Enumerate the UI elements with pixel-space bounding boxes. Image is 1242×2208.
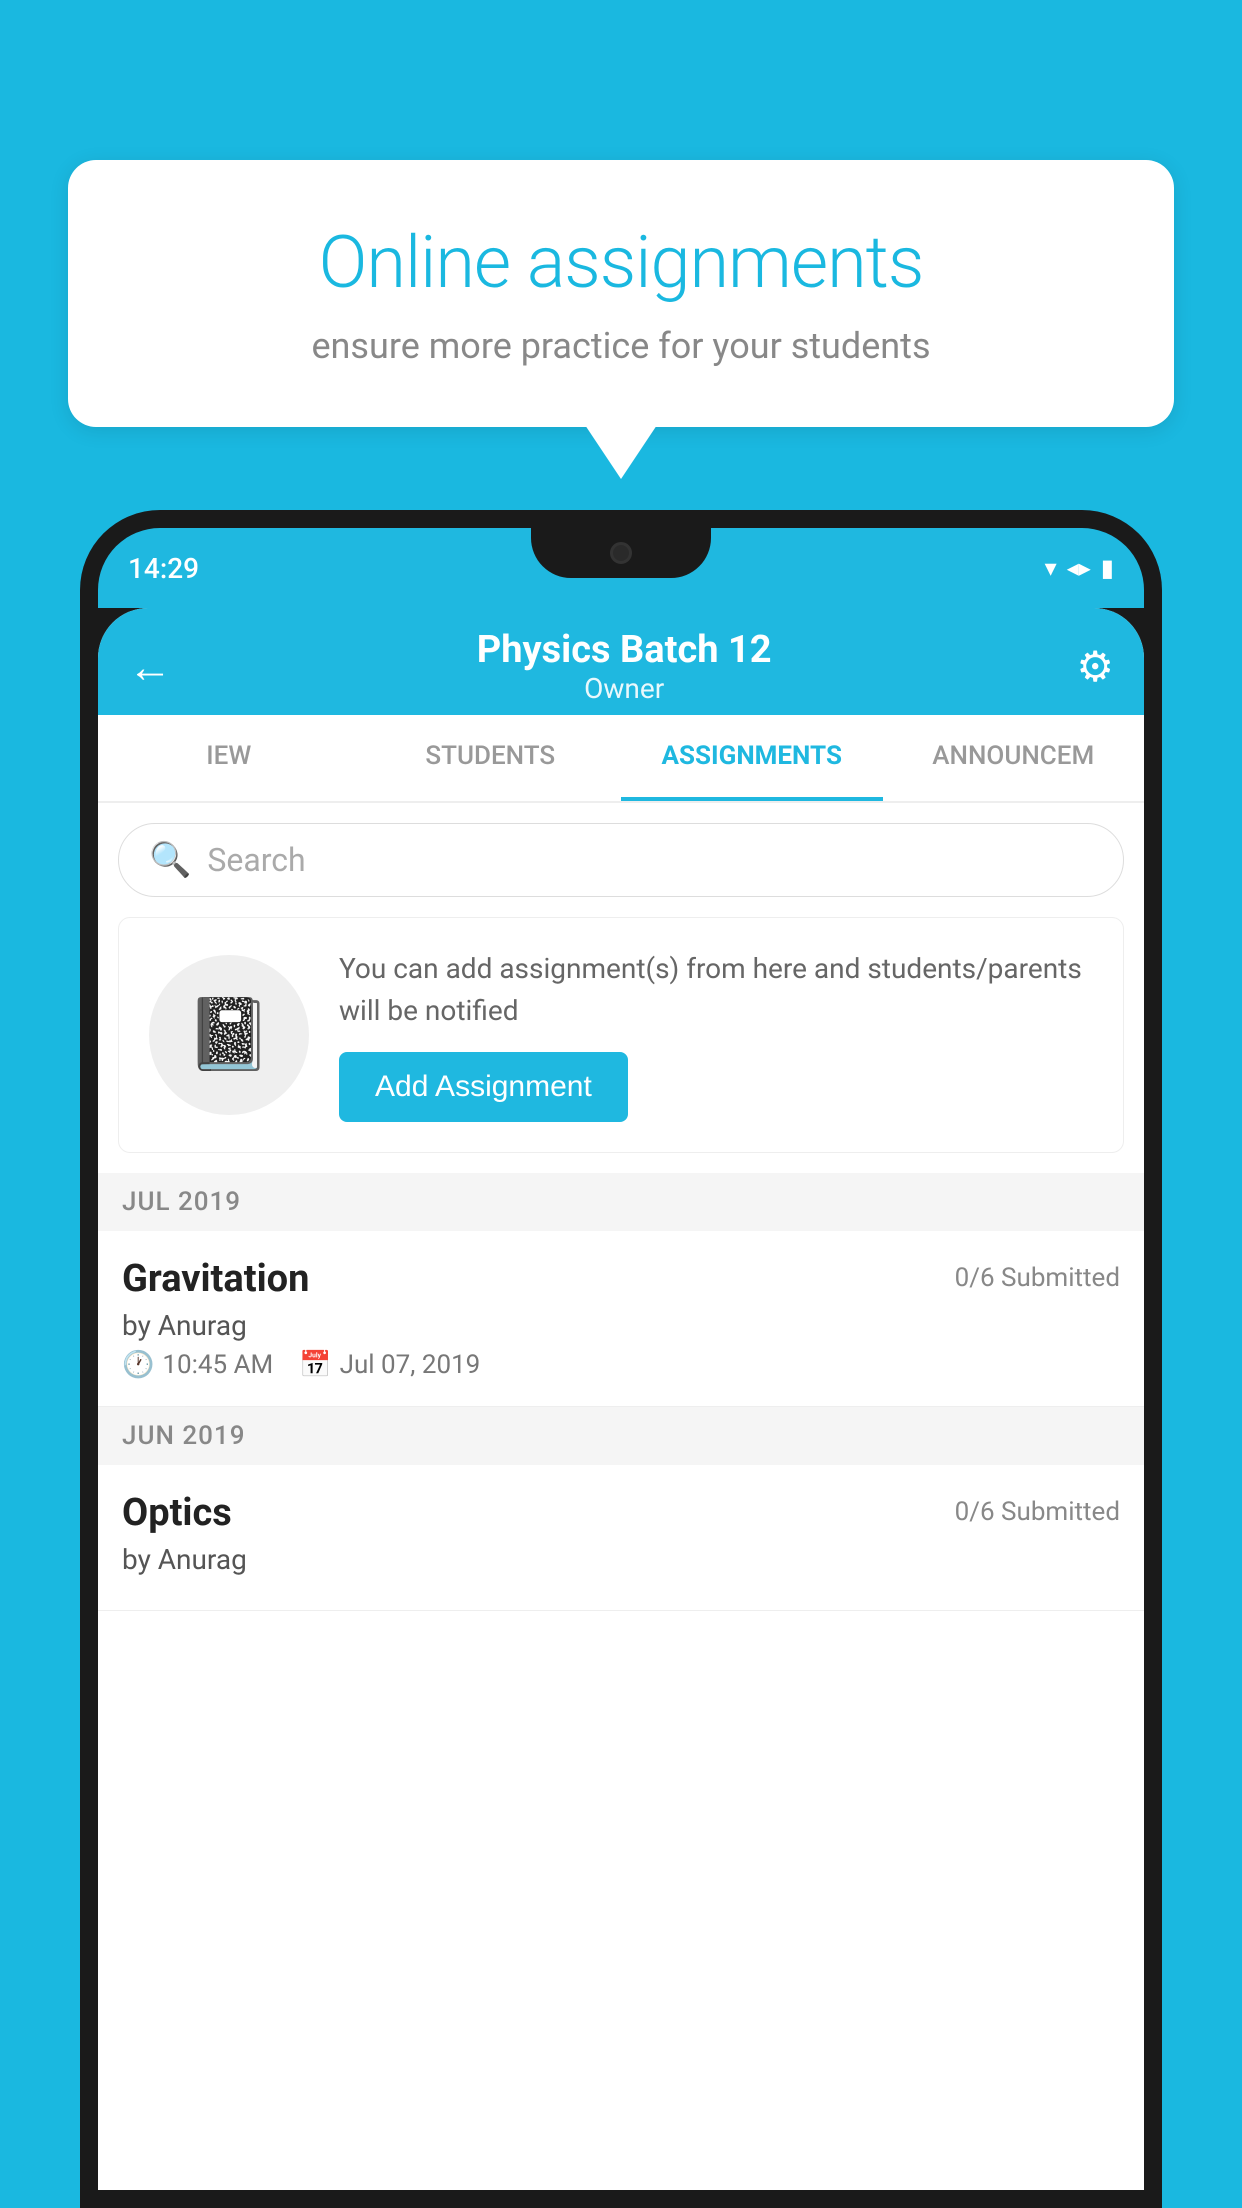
prompt-icon-circle: 📓 bbox=[149, 955, 309, 1115]
search-icon: 🔍 bbox=[149, 840, 191, 880]
phone-mockup: 14:29 ▾ ◂▸ ▮ ← Physics Batch 12 Owner bbox=[80, 510, 1162, 2208]
assignment-item-top-optics: Optics 0/6 Submitted bbox=[122, 1491, 1120, 1535]
prompt-card: 📓 You can add assignment(s) from here an… bbox=[118, 917, 1124, 1153]
speech-bubble: Online assignments ensure more practice … bbox=[68, 160, 1174, 427]
section-header-jul: JUL 2019 bbox=[98, 1173, 1144, 1231]
assignment-time: 10:45 AM bbox=[162, 1350, 273, 1380]
tab-assignments[interactable]: ASSIGNMENTS bbox=[621, 715, 883, 801]
tabs-bar: IEW STUDENTS ASSIGNMENTS ANNOUNCEM bbox=[98, 715, 1144, 803]
tab-students[interactable]: STUDENTS bbox=[360, 715, 622, 801]
assignment-item-gravitation[interactable]: Gravitation 0/6 Submitted by Anurag 🕐 10… bbox=[98, 1231, 1144, 1407]
status-bar: 14:29 ▾ ◂▸ ▮ bbox=[98, 528, 1144, 608]
header-title: Physics Batch 12 bbox=[477, 628, 772, 672]
tab-announcements[interactable]: ANNOUNCEM bbox=[883, 715, 1145, 801]
calendar-icon: 📅 bbox=[299, 1350, 331, 1380]
camera bbox=[610, 542, 632, 564]
assignment-name-optics: Optics bbox=[122, 1491, 232, 1535]
status-icons: ▾ ◂▸ ▮ bbox=[1045, 554, 1114, 582]
clock-icon: 🕐 bbox=[122, 1350, 154, 1380]
assignment-author-optics: by Anurag bbox=[122, 1543, 1120, 1576]
add-assignment-button[interactable]: Add Assignment bbox=[339, 1052, 628, 1122]
notch bbox=[531, 528, 711, 578]
back-button[interactable]: ← bbox=[128, 641, 172, 693]
phone-screen: ← Physics Batch 12 Owner ⚙ IEW STUDENTS … bbox=[98, 608, 1144, 2190]
assignment-submitted-optics: 0/6 Submitted bbox=[955, 1497, 1120, 1527]
assignment-submitted: 0/6 Submitted bbox=[955, 1263, 1120, 1293]
signal-icon: ◂▸ bbox=[1067, 554, 1091, 582]
battery-icon: ▮ bbox=[1101, 554, 1114, 582]
header-subtitle: Owner bbox=[477, 672, 772, 705]
assignment-date: Jul 07, 2019 bbox=[340, 1350, 481, 1380]
assignment-name: Gravitation bbox=[122, 1257, 309, 1301]
app-header-top: ← Physics Batch 12 Owner ⚙ bbox=[128, 628, 1114, 715]
status-time: 14:29 bbox=[128, 552, 199, 585]
assignment-item-top: Gravitation 0/6 Submitted bbox=[122, 1257, 1120, 1301]
assignment-meta: 🕐 10:45 AM 📅 Jul 07, 2019 bbox=[122, 1350, 1120, 1380]
assignment-author: by Anurag bbox=[122, 1309, 1120, 1342]
prompt-text: You can add assignment(s) from here and … bbox=[339, 948, 1093, 1032]
search-placeholder: Search bbox=[207, 841, 305, 879]
speech-bubble-container: Online assignments ensure more practice … bbox=[68, 160, 1174, 427]
tab-iew[interactable]: IEW bbox=[98, 715, 360, 801]
settings-icon[interactable]: ⚙ bbox=[1076, 642, 1114, 692]
app-header: ← Physics Batch 12 Owner ⚙ bbox=[98, 608, 1144, 715]
wifi-icon: ▾ bbox=[1045, 554, 1057, 582]
speech-bubble-title: Online assignments bbox=[138, 220, 1104, 305]
speech-bubble-subtitle: ensure more practice for your students bbox=[138, 325, 1104, 367]
search-bar[interactable]: 🔍 Search bbox=[118, 823, 1124, 897]
assignment-item-optics[interactable]: Optics 0/6 Submitted by Anurag bbox=[98, 1465, 1144, 1611]
notebook-icon: 📓 bbox=[185, 994, 272, 1076]
phone-outer: 14:29 ▾ ◂▸ ▮ ← Physics Batch 12 Owner bbox=[80, 510, 1162, 2208]
header-title-group: Physics Batch 12 Owner bbox=[477, 628, 772, 705]
prompt-content: You can add assignment(s) from here and … bbox=[339, 948, 1093, 1122]
section-header-jun: JUN 2019 bbox=[98, 1407, 1144, 1465]
